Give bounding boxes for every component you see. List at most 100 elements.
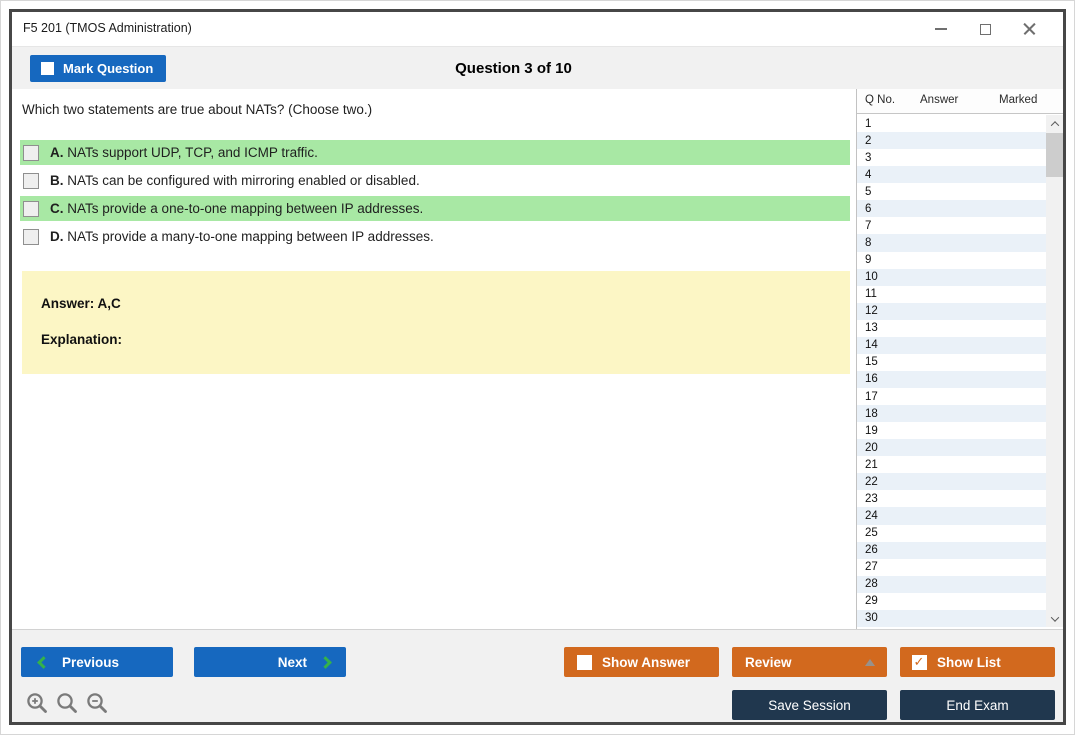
question-number: 1 <box>865 117 872 130</box>
option-checkbox[interactable] <box>23 228 39 245</box>
question-list-row[interactable]: 30 <box>857 609 1046 627</box>
zoom-in-icon[interactable] <box>26 692 49 715</box>
question-list-row[interactable]: 10 <box>857 268 1046 286</box>
option-checkbox[interactable] <box>23 200 39 217</box>
question-list-row[interactable]: 9 <box>857 251 1046 269</box>
question-list-row[interactable]: 4 <box>857 166 1046 184</box>
answer-option[interactable]: A. NATs support UDP, TCP, and ICMP traff… <box>20 140 850 165</box>
question-counter: Question 3 of 10 <box>455 59 572 77</box>
previous-button[interactable]: Previous <box>21 647 173 677</box>
close-icon <box>1023 23 1036 36</box>
question-list-row[interactable]: 20 <box>857 439 1046 457</box>
question-number: 22 <box>865 475 878 488</box>
exam-window: F5 201 (TMOS Administration) Mark Questi… <box>9 9 1066 725</box>
question-list-row[interactable]: 12 <box>857 302 1046 320</box>
question-list-row[interactable]: 8 <box>857 234 1046 252</box>
question-number: 11 <box>865 288 877 301</box>
question-list-row[interactable]: 22 <box>857 473 1046 491</box>
question-number: 15 <box>865 356 878 369</box>
question-number: 28 <box>865 578 878 591</box>
question-number: 29 <box>865 595 878 608</box>
option-checkbox[interactable] <box>23 144 39 161</box>
question-list-row[interactable]: 13 <box>857 319 1046 337</box>
scroll-up-button[interactable] <box>1046 115 1063 132</box>
question-list-sidebar: Q No. Answer Marked 1 2 3 4 5 6 7 8 9 10 11 12 13 14 1… <box>856 89 1063 629</box>
question-list-row[interactable]: 29 <box>857 592 1046 610</box>
end-exam-label: End Exam <box>946 697 1009 713</box>
next-label: Next <box>277 654 307 670</box>
end-exam-button[interactable]: End Exam <box>900 690 1055 720</box>
question-list-row[interactable]: 18 <box>857 405 1046 423</box>
maximize-icon <box>979 23 991 35</box>
question-list-row[interactable]: 14 <box>857 336 1046 354</box>
show-answer-button[interactable]: Show Answer <box>564 647 719 677</box>
question-list-row[interactable]: 15 <box>857 353 1046 371</box>
question-list-row[interactable]: 28 <box>857 575 1046 593</box>
question-list-row[interactable]: 6 <box>857 200 1046 218</box>
window-title: F5 201 (TMOS Administration) <box>23 21 192 35</box>
question-list-row[interactable]: 3 <box>857 149 1046 167</box>
question-number: 19 <box>865 424 878 437</box>
question-number: 10 <box>865 271 878 284</box>
show-list-label: Show List <box>937 654 1001 670</box>
question-number: 24 <box>865 509 878 522</box>
question-list-row[interactable]: 1 <box>857 115 1046 133</box>
question-list-row[interactable]: 11 <box>857 285 1046 303</box>
question-panel: Which two statements are true about NATs… <box>12 89 856 629</box>
option-checkbox[interactable] <box>23 172 39 189</box>
option-label: C. NATs provide a one-to-one mapping bet… <box>50 201 424 216</box>
answer-option[interactable]: D. NATs provide a many-to-one mapping be… <box>20 224 850 249</box>
minimize-icon <box>935 28 947 30</box>
question-number: 7 <box>865 219 872 232</box>
question-list-row[interactable]: 21 <box>857 456 1046 474</box>
minimize-button[interactable] <box>919 12 963 46</box>
save-session-button[interactable]: Save Session <box>732 690 887 720</box>
question-number: 18 <box>865 407 878 420</box>
question-list-row[interactable]: 26 <box>857 541 1046 559</box>
question-number: 27 <box>865 561 878 574</box>
question-list-row[interactable]: 2 <box>857 132 1046 150</box>
maximize-button[interactable] <box>963 12 1007 46</box>
question-list-row[interactable]: 23 <box>857 490 1046 508</box>
question-number: 17 <box>865 390 878 403</box>
triangle-up-icon <box>865 659 875 666</box>
scroll-down-button[interactable] <box>1046 610 1063 627</box>
question-list-row[interactable]: 16 <box>857 370 1046 388</box>
zoom-reset-icon[interactable] <box>56 692 79 715</box>
review-button[interactable]: Review <box>732 647 887 677</box>
show-list-checkbox[interactable] <box>912 654 927 670</box>
question-text: Which two statements are true about NATs… <box>22 102 373 117</box>
question-number: 5 <box>865 185 872 198</box>
question-list-scrollbar[interactable] <box>1046 115 1063 627</box>
question-list-row[interactable]: 19 <box>857 422 1046 440</box>
question-number: 25 <box>865 527 878 540</box>
question-list-row[interactable]: 17 <box>857 388 1046 406</box>
question-list-row[interactable]: 7 <box>857 217 1046 235</box>
scrollbar-thumb[interactable] <box>1046 133 1063 177</box>
question-list-row[interactable]: 24 <box>857 507 1046 525</box>
question-number: 16 <box>865 373 878 386</box>
column-answer: Answer <box>920 94 959 106</box>
question-list-row[interactable]: 25 <box>857 524 1046 542</box>
zoom-out-icon[interactable] <box>86 692 109 715</box>
show-answer-checkbox[interactable] <box>577 654 592 670</box>
header-strip: Mark Question Question 3 of 10 <box>12 46 1063 89</box>
answer-option[interactable]: C. NATs provide a one-to-one mapping bet… <box>20 196 850 221</box>
footer-bar: Previous Next Show Answer Review Show Li… <box>12 629 1063 722</box>
question-number: 26 <box>865 544 878 557</box>
close-button[interactable] <box>1007 12 1051 46</box>
column-marked: Marked <box>999 94 1038 106</box>
question-list-row[interactable]: 27 <box>857 558 1046 576</box>
question-number: 8 <box>865 236 872 249</box>
explanation-label: Explanation: <box>41 332 123 347</box>
question-number: 30 <box>865 612 878 625</box>
chevron-down-icon <box>1050 612 1059 622</box>
question-list-row[interactable]: 5 <box>857 183 1046 201</box>
show-list-button[interactable]: Show List <box>900 647 1055 677</box>
zoom-controls <box>26 692 109 715</box>
question-number: 20 <box>865 441 878 454</box>
question-number: 21 <box>865 458 878 471</box>
next-button[interactable]: Next <box>194 647 346 677</box>
question-number: 3 <box>865 151 872 164</box>
answer-option[interactable]: B. NATs can be configured with mirroring… <box>20 168 850 193</box>
